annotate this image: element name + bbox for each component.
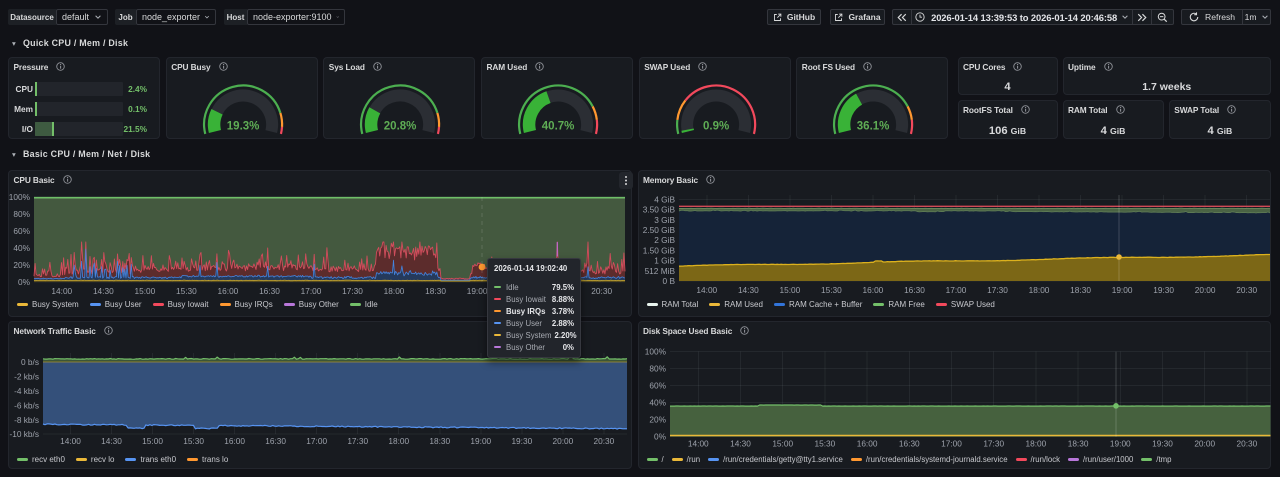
svg-text:19:00: 19:00 bbox=[1111, 285, 1132, 295]
svg-text:14:00: 14:00 bbox=[60, 436, 81, 446]
svg-text:16:30: 16:30 bbox=[259, 286, 280, 296]
svg-text:14:30: 14:30 bbox=[93, 286, 114, 296]
svg-text:17:00: 17:00 bbox=[945, 285, 966, 295]
svg-text:0 B: 0 B bbox=[662, 276, 675, 286]
svg-text:1.50 GiB: 1.50 GiB bbox=[642, 245, 675, 255]
svg-text:18:30: 18:30 bbox=[429, 436, 450, 446]
svg-text:16:30: 16:30 bbox=[898, 439, 919, 449]
svg-text:16:00: 16:00 bbox=[862, 285, 883, 295]
svg-text:40%: 40% bbox=[649, 398, 666, 408]
svg-text:14:00: 14:00 bbox=[51, 286, 72, 296]
svg-text:20:00: 20:00 bbox=[1194, 439, 1215, 449]
svg-text:20%: 20% bbox=[649, 415, 666, 425]
svg-text:17:30: 17:30 bbox=[983, 439, 1004, 449]
svg-text:19:00: 19:00 bbox=[470, 436, 491, 446]
svg-text:18:00: 18:00 bbox=[1025, 439, 1046, 449]
svg-text:14:00: 14:00 bbox=[687, 439, 708, 449]
svg-text:3.50 GiB: 3.50 GiB bbox=[642, 205, 675, 215]
svg-text:15:00: 15:00 bbox=[134, 286, 155, 296]
svg-text:-4 kb/s: -4 kb/s bbox=[14, 386, 39, 396]
svg-text:18:30: 18:30 bbox=[1067, 439, 1088, 449]
svg-text:20:30: 20:30 bbox=[591, 286, 612, 296]
svg-text:15:30: 15:30 bbox=[814, 439, 835, 449]
svg-text:16:30: 16:30 bbox=[904, 285, 925, 295]
svg-text:-10 kb/s: -10 kb/s bbox=[9, 429, 39, 439]
svg-text:15:30: 15:30 bbox=[821, 285, 842, 295]
svg-text:3 GiB: 3 GiB bbox=[654, 215, 675, 225]
svg-text:-2 kb/s: -2 kb/s bbox=[14, 372, 39, 382]
svg-text:17:00: 17:00 bbox=[941, 439, 962, 449]
svg-text:17:00: 17:00 bbox=[306, 436, 327, 446]
svg-text:15:00: 15:00 bbox=[142, 436, 163, 446]
svg-text:36.1%: 36.1% bbox=[857, 120, 890, 132]
svg-text:15:30: 15:30 bbox=[176, 286, 197, 296]
svg-text:17:30: 17:30 bbox=[987, 285, 1008, 295]
svg-text:0%: 0% bbox=[654, 432, 667, 442]
svg-text:19:30: 19:30 bbox=[1152, 439, 1173, 449]
svg-text:80%: 80% bbox=[649, 364, 666, 374]
svg-text:0 b/s: 0 b/s bbox=[21, 357, 39, 367]
svg-text:18:30: 18:30 bbox=[425, 286, 446, 296]
svg-text:4 GiB: 4 GiB bbox=[654, 194, 675, 204]
svg-text:20:00: 20:00 bbox=[1194, 285, 1215, 295]
svg-text:40%: 40% bbox=[13, 243, 30, 253]
svg-text:60%: 60% bbox=[649, 381, 666, 391]
svg-text:15:00: 15:00 bbox=[772, 439, 793, 449]
svg-text:2 GiB: 2 GiB bbox=[654, 235, 675, 245]
svg-text:16:00: 16:00 bbox=[856, 439, 877, 449]
svg-text:14:30: 14:30 bbox=[101, 436, 122, 446]
svg-text:-6 kb/s: -6 kb/s bbox=[14, 401, 39, 411]
svg-text:20:00: 20:00 bbox=[552, 436, 573, 446]
svg-text:20:30: 20:30 bbox=[1236, 439, 1257, 449]
svg-text:15:00: 15:00 bbox=[779, 285, 800, 295]
svg-text:40.7%: 40.7% bbox=[542, 120, 575, 132]
svg-text:20.8%: 20.8% bbox=[384, 120, 417, 132]
svg-text:20%: 20% bbox=[13, 260, 30, 270]
svg-text:14:30: 14:30 bbox=[730, 439, 751, 449]
svg-text:15:30: 15:30 bbox=[183, 436, 204, 446]
svg-text:14:30: 14:30 bbox=[737, 285, 758, 295]
svg-text:18:00: 18:00 bbox=[388, 436, 409, 446]
svg-text:18:00: 18:00 bbox=[384, 286, 405, 296]
svg-text:17:30: 17:30 bbox=[347, 436, 368, 446]
svg-text:16:00: 16:00 bbox=[224, 436, 245, 446]
svg-text:80%: 80% bbox=[13, 209, 30, 219]
svg-text:14:00: 14:00 bbox=[696, 285, 717, 295]
svg-text:100%: 100% bbox=[9, 192, 31, 202]
svg-text:17:30: 17:30 bbox=[342, 286, 363, 296]
svg-text:19:30: 19:30 bbox=[511, 436, 532, 446]
svg-text:18:30: 18:30 bbox=[1070, 285, 1091, 295]
svg-text:2.50 GiB: 2.50 GiB bbox=[642, 225, 675, 235]
svg-text:19:30: 19:30 bbox=[1153, 285, 1174, 295]
svg-text:512 MiB: 512 MiB bbox=[644, 266, 675, 276]
svg-text:16:00: 16:00 bbox=[218, 286, 239, 296]
svg-text:19:00: 19:00 bbox=[467, 286, 488, 296]
svg-text:0.9%: 0.9% bbox=[703, 120, 729, 132]
svg-text:100%: 100% bbox=[644, 347, 666, 357]
svg-text:17:00: 17:00 bbox=[301, 286, 322, 296]
svg-text:-8 kb/s: -8 kb/s bbox=[14, 415, 39, 425]
svg-text:19:00: 19:00 bbox=[1109, 439, 1130, 449]
svg-text:0%: 0% bbox=[18, 277, 31, 287]
svg-text:1 GiB: 1 GiB bbox=[654, 256, 675, 266]
svg-text:19.3%: 19.3% bbox=[226, 120, 259, 132]
svg-text:20:30: 20:30 bbox=[594, 436, 615, 446]
svg-text:60%: 60% bbox=[13, 226, 30, 236]
svg-text:20:30: 20:30 bbox=[1236, 285, 1257, 295]
svg-text:16:30: 16:30 bbox=[265, 436, 286, 446]
svg-text:18:00: 18:00 bbox=[1028, 285, 1049, 295]
